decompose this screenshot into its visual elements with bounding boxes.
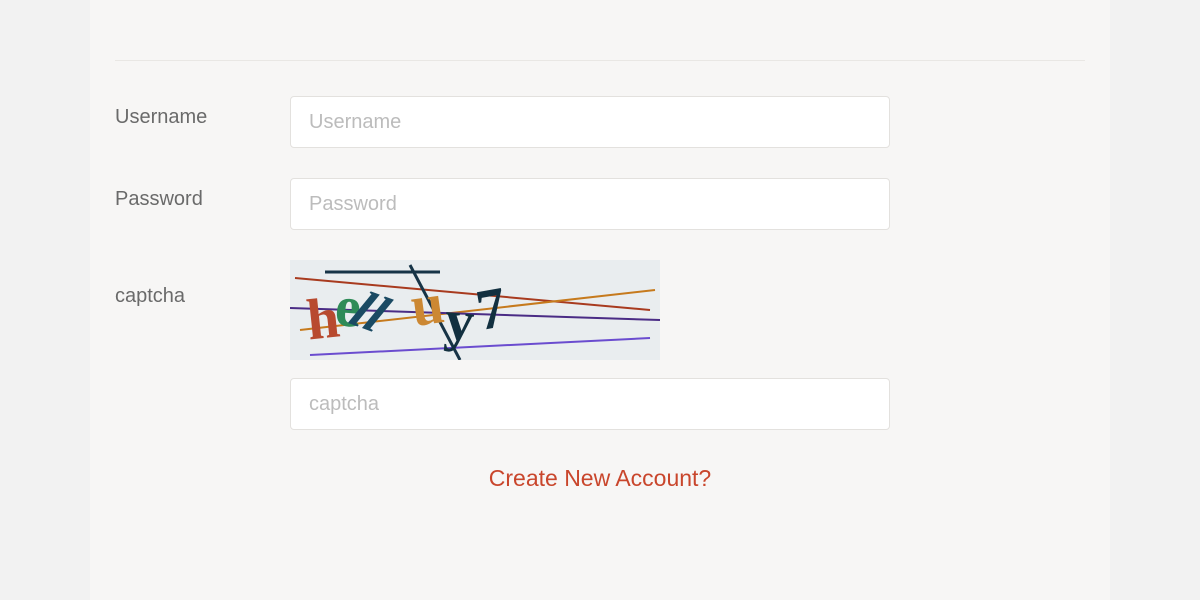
password-control — [290, 178, 890, 230]
captcha-char-5: y — [443, 285, 478, 354]
panel-inner: Username Password captcha — [115, 0, 1085, 492]
divider — [115, 60, 1085, 61]
captcha-label: captcha — [115, 260, 290, 308]
password-row: Password — [115, 178, 1085, 230]
captcha-row: captcha h e ll u y — [115, 260, 1085, 430]
username-row: Username — [115, 96, 1085, 148]
footer: Create New Account? — [115, 465, 1085, 492]
captcha-input[interactable] — [290, 378, 890, 430]
captcha-control: h e ll u y 7 — [290, 260, 890, 430]
password-label: Password — [115, 178, 290, 211]
create-account-link[interactable]: Create New Account? — [489, 465, 711, 491]
password-input[interactable] — [290, 178, 890, 230]
username-control — [290, 96, 890, 148]
captcha-image: h e ll u y 7 — [290, 260, 660, 360]
username-label: Username — [115, 96, 290, 129]
username-input[interactable] — [290, 96, 890, 148]
login-panel: Username Password captcha — [90, 0, 1110, 600]
